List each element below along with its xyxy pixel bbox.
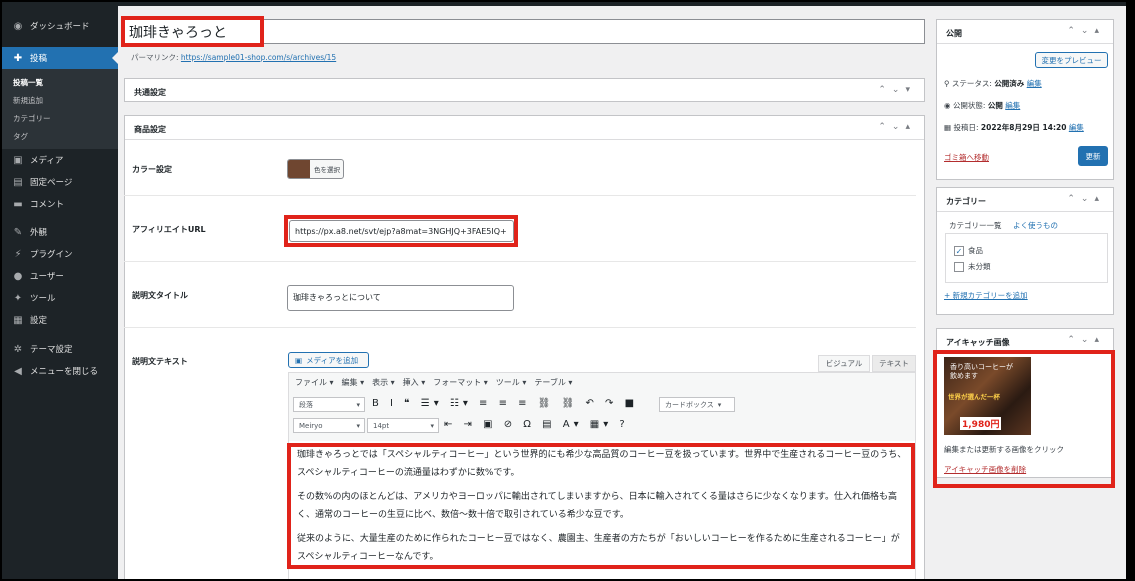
format-select[interactable]: 段落 ▾: [293, 397, 365, 412]
sidebar-item-media[interactable]: ▣ メディア: [0, 149, 118, 171]
divider: [124, 261, 916, 262]
publish-header: 公開 ⌃⌄▴: [937, 20, 1113, 44]
desc-title-input[interactable]: 珈琲きゃろっとについて: [287, 285, 514, 311]
sidebar-item-dashboard[interactable]: ◉ ダッシュボード: [0, 15, 118, 37]
sidebar-item-settings[interactable]: ▦ 設定: [0, 309, 118, 331]
status-edit-link[interactable]: 編集: [1027, 79, 1042, 88]
sidebar-item-tools[interactable]: ✦ ツール: [0, 287, 118, 309]
box-controls[interactable]: ⌃⌄▴: [1067, 26, 1105, 36]
sidebar-item-appearance[interactable]: ✎ 外観: [0, 221, 118, 243]
collapse-icon: ◀: [14, 365, 22, 377]
add-media-button[interactable]: ▣ メディアを追加: [288, 352, 369, 368]
paragraph-3: 従来のように、大量生産のために作られたコーヒー豆ではなく、農園主、生産者の方たち…: [297, 534, 900, 562]
desc-text-label: 説明文テキスト: [132, 357, 188, 366]
tab-text[interactable]: テキスト: [872, 355, 916, 372]
gear-icon: ✲: [13, 343, 23, 355]
editor-toolbar-row2[interactable]: ⇤ ⇥ ▣ ⊘ Ω ▤ A▾ ▦▾ ?: [444, 419, 629, 430]
visibility-edit-link[interactable]: 編集: [1005, 101, 1020, 110]
visibility-row: ◉ 公開状態: 公開 編集: [944, 101, 1021, 110]
user-icon: ●: [13, 270, 23, 282]
tab-popular-categories[interactable]: よく使うもの: [1013, 220, 1058, 231]
media-icon: ▣: [295, 355, 303, 365]
checkbox[interactable]: ✓: [954, 246, 964, 256]
color-label: カラー設定: [132, 165, 172, 174]
permalink-url[interactable]: https://sample01-shop.com/s/archives/15: [181, 53, 336, 62]
sidebar-item-pages[interactable]: ▤ 固定ページ: [0, 171, 118, 193]
frame-edge: [1126, 0, 1135, 581]
desc-title-label: 説明文タイトル: [132, 291, 188, 300]
affiliate-label: アフィリエイトURL: [132, 225, 206, 234]
box-controls[interactable]: ⌃⌄▴: [1067, 335, 1105, 345]
categories-title[interactable]: カテゴリー: [946, 196, 986, 207]
pin-icon: ✚: [13, 52, 23, 64]
common-settings-box: 共通設定 ⌃⌄▾: [124, 78, 925, 102]
permalink: パーマリンク: https://sample01-shop.com/s/arch…: [131, 53, 337, 62]
trash-link[interactable]: ゴミ箱へ移動: [944, 152, 989, 163]
dashboard-icon: ◉: [13, 20, 23, 32]
posts-submenu: 投稿一覧 新規追加 カテゴリー タグ: [0, 69, 118, 149]
product-settings-header: 商品設定 ⌃⌄▴: [125, 116, 924, 140]
post-title-input[interactable]: [124, 19, 925, 44]
collapse-menu-button[interactable]: ◀ メニューを閉じる: [0, 360, 118, 382]
categories-header: カテゴリー ⌃⌄▴: [937, 188, 1113, 212]
submenu-add-new[interactable]: 新規追加: [13, 95, 43, 106]
affiliate-url-input[interactable]: https://px.a8.net/svt/ejp?a8mat=3NGHJQ+3…: [289, 220, 514, 242]
paragraph-2: その数%の内のほとんどは、アメリカやヨーロッパに輸出されてしまいますから、日本に…: [297, 492, 897, 520]
font-size-select[interactable]: 14pt ▾: [367, 418, 439, 433]
update-button[interactable]: 更新: [1078, 146, 1108, 166]
eye-icon: ◉: [944, 101, 953, 110]
featured-image-thumbnail[interactable]: 香り高いコーヒーが 飲めます 世界が選んだ一杯 1,980円: [944, 357, 1031, 435]
sidebar-item-comments[interactable]: ▬ コメント: [0, 193, 118, 215]
preview-changes-button[interactable]: 変更をプレビュー: [1035, 52, 1108, 68]
submenu-tags[interactable]: タグ: [13, 131, 28, 142]
brush-icon: ✎: [13, 226, 23, 238]
admin-top-bar: [0, 0, 1135, 6]
category-list: [945, 233, 1108, 283]
box-controls[interactable]: ⌃⌄▴: [878, 122, 916, 132]
sidebar-item-posts[interactable]: ✚ 投稿: [0, 47, 118, 69]
box-controls[interactable]: ⌃⌄▴: [1067, 194, 1105, 204]
page-icon: ▤: [13, 176, 23, 188]
wrench-icon: ✦: [13, 292, 23, 304]
comment-icon: ▬: [13, 198, 23, 210]
category-item-uncategorized[interactable]: 未分類: [954, 261, 991, 272]
sidebar-item-plugins[interactable]: ⚡ プラグイン: [0, 243, 118, 265]
category-item-food[interactable]: ✓ 食品: [954, 245, 983, 256]
tab-visual[interactable]: ビジュアル: [818, 355, 870, 372]
sidebar-item-theme-settings[interactable]: ✲ テーマ設定: [0, 338, 118, 360]
admin-sidebar: ◉ ダッシュボード ✚ 投稿 投稿一覧 新規追加 カテゴリー タグ ▣ メディア…: [0, 6, 118, 581]
textbox-select[interactable]: カードボックス ▾: [659, 397, 735, 412]
remove-featured-image-link[interactable]: アイキャッチ画像を削除: [944, 464, 1026, 475]
tab-all-categories[interactable]: カテゴリー一覧: [949, 220, 1002, 231]
featured-image-header: アイキャッチ画像 ⌃⌄▴: [937, 329, 1113, 353]
editor-toolbar-row1[interactable]: B I ❝ ☰▾ ☷▾ ≡ ≡ ≡ ⛓ ⛓ ↶ ↷ ■: [372, 398, 638, 409]
date-edit-link[interactable]: 編集: [1069, 123, 1084, 132]
publish-title[interactable]: 公開: [946, 28, 962, 39]
media-icon: ▣: [13, 154, 23, 166]
product-settings-title[interactable]: 商品設定: [134, 124, 166, 135]
pin-icon: ⚲: [944, 79, 952, 88]
color-swatch: [288, 160, 310, 178]
editor-menubar[interactable]: ファイル ▾ 編集 ▾ 表示 ▾ 挿入 ▾ フォーマット ▾ ツール ▾ テーブ…: [295, 377, 572, 388]
common-settings-title[interactable]: 共通設定: [134, 87, 166, 98]
color-picker-button[interactable]: 色を選択: [287, 159, 344, 179]
settings-icon: ▦: [13, 314, 23, 326]
divider: [124, 195, 916, 196]
submenu-all-posts[interactable]: 投稿一覧: [13, 77, 43, 88]
sidebar-item-users[interactable]: ● ユーザー: [0, 265, 118, 287]
checkbox[interactable]: [954, 262, 964, 272]
font-select[interactable]: Meiryo ▾: [293, 418, 365, 433]
box-controls[interactable]: ⌃⌄▾: [878, 85, 916, 95]
featured-image-title[interactable]: アイキャッチ画像: [946, 337, 1010, 348]
submenu-categories[interactable]: カテゴリー: [13, 113, 51, 124]
date-row: ▦ 投稿日: 2022年8月29日 14:20 編集: [944, 123, 1084, 132]
divider: [124, 327, 916, 328]
status-row: ⚲ ステータス: 公開済み 編集: [944, 79, 1042, 88]
plugin-icon: ⚡: [14, 248, 22, 260]
post-title-text: 珈琲きゃろっと: [129, 25, 227, 41]
paragraph-1: 珈琲きゃろっとでは「スペシャルティコーヒー」という世界的にも希少な高品質のコーヒ…: [297, 450, 907, 478]
add-category-link[interactable]: + 新規カテゴリーを追加: [944, 290, 1028, 301]
featured-image-hint: 編集または更新する画像をクリック: [944, 445, 1064, 454]
